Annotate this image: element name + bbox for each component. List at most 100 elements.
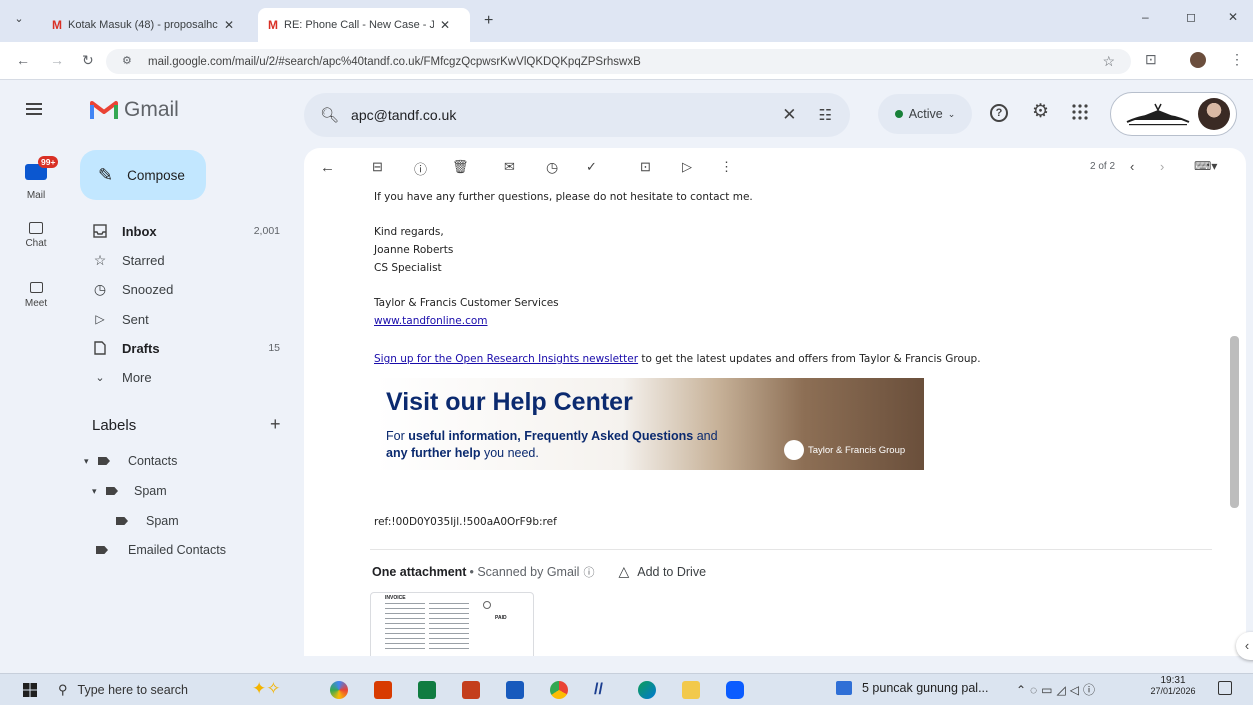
extensions-icon[interactable]: ⊡ [1145,51,1157,68]
drive-add-icon: △ [618,563,630,579]
taskbar-app-powerpoint-icon[interactable] [462,681,480,699]
add-to-tasks-icon[interactable]: ✓ [586,159,597,175]
taskbar-app-office-icon[interactable] [374,681,392,699]
windows-taskbar: ⚲ Type here to search ✦✧ // 5 puncak gun… [0,673,1253,705]
delete-trash-icon[interactable]: 🗑︎ [452,159,469,175]
back-arrow-icon[interactable]: ← [16,52,30,68]
browser-navbar: ← → ↻ ⚙ mail.google.com/mail/u/2/#search… [0,42,1253,80]
banner-brand: Taylor & Francis Group [784,440,905,460]
taskbar-app-zoom-icon[interactable] [726,681,744,699]
report-spam-icon[interactable]: ⓘ [414,159,427,178]
move-to-icon[interactable]: ⊡ [640,159,651,175]
sender-name: Joanne Roberts [374,244,454,256]
newsletter-signup-link[interactable]: Sign up for the Open Research Insights n… [374,353,638,365]
maximize-button[interactable]: ◻ [1186,10,1196,24]
media-title: 5 puncak gunung pal... [862,681,989,695]
search-icon: ⚲ [58,682,68,697]
profile-avatar[interactable] [1190,52,1206,68]
taskbar-app-copilot-icon[interactable] [330,681,348,699]
older-chevron-icon[interactable]: › [1160,159,1164,174]
label-icon[interactable]: ▷ [682,159,692,175]
nav-item-snoozed[interactable]: ◷ Snoozed [80,274,300,304]
label-name: Emailed Contacts [128,543,226,557]
close-window-button[interactable]: ✕ [1228,10,1238,24]
windows-start-icon[interactable] [23,683,37,697]
nav-item-drafts[interactable]: Drafts 15 [80,333,300,363]
forward-arrow-icon[interactable]: → [50,52,64,68]
site-info-icon[interactable]: ⚙ [122,54,132,67]
address-bar[interactable]: ⚙ mail.google.com/mail/u/2/#search/apc%4… [106,49,1131,74]
compose-button[interactable]: ✎ Compose [80,150,206,200]
snooze-clock-icon[interactable]: ◷ [546,159,558,176]
system-tray-icons[interactable]: ⌃◌▭◿◁ⓘ [1016,681,1099,698]
status-button[interactable]: Active ⌄ [878,94,972,134]
taskbar-media-item[interactable]: 5 puncak gunung pal... [836,681,989,695]
newsletter-line: Sign up for the Open Research Insights n… [374,353,981,365]
help-center-banner[interactable]: Visit our Help Center For useful informa… [376,378,924,470]
taskbar-app-notes-icon[interactable]: // [594,681,612,699]
new-tab-button[interactable]: + [484,12,493,30]
sparkle-highlight-icon[interactable]: ✦✧ [252,679,281,699]
search-icon[interactable]: 🔍︎ [320,106,339,124]
nav-item-starred[interactable]: ☆ Starred [80,245,300,275]
search-input[interactable]: apc@tandf.co.uk [351,107,782,123]
back-arrow-icon[interactable]: ← [320,159,335,176]
close-tab-icon[interactable]: ✕ [440,18,450,32]
website-link[interactable]: www.tandfonline.com [374,315,488,327]
add-to-drive-button[interactable]: △ Add to Drive [618,563,706,580]
create-label-button[interactable]: + [270,414,281,435]
archive-icon[interactable]: ⊟ [372,159,383,175]
label-item-spam-child[interactable]: Spam [116,514,179,528]
search-options-icon[interactable]: ☷ [819,106,832,124]
notification-center-icon[interactable] [1218,681,1232,695]
browser-menu-icon[interactable]: ⋮ [1230,51,1244,68]
main-menu-icon[interactable] [26,102,42,116]
label-tag-icon [98,457,110,465]
divider [370,549,1212,550]
taskbar-app-excel-icon[interactable] [418,681,436,699]
browser-tab-active[interactable]: M RE: Phone Call - New Case - Jo ✕ [258,8,470,42]
nav-label: Drafts [122,340,160,356]
nav-item-more[interactable]: ⌄ More [80,362,300,392]
reload-icon[interactable]: ↻ [82,52,94,69]
message-toolbar: ← ⊟ ⓘ 🗑︎ ✉ ◷ ✓ ⊡ ▷ ⋮ 2 of 2 ‹ › ⌨▾ [304,148,1246,186]
organization-logo [1126,103,1190,126]
minimize-button[interactable]: ‒ [1142,10,1149,24]
taskbar-app-file-explorer-icon[interactable] [682,681,700,699]
input-tools-keyboard-icon[interactable]: ⌨▾ [1194,159,1217,173]
taskbar-app-edge-icon[interactable] [638,681,656,699]
nav-item-inbox[interactable]: Inbox 2,001 [80,216,300,246]
attachment-title: One attachment [372,564,467,579]
bookmark-star-icon[interactable]: ☆ [1102,53,1115,70]
rail-item-chat[interactable]: Chat [16,222,56,249]
rail-item-mail[interactable]: 99+ Mail [16,156,59,201]
mark-unread-icon[interactable]: ✉ [504,159,515,175]
more-options-icon[interactable]: ⋮ [720,159,733,175]
apps-grid-icon[interactable] [1072,104,1088,120]
taskbar-app-chrome-icon[interactable] [550,681,568,699]
gmail-wordmark: Gmail [124,98,179,121]
attachment-thumbnail[interactable]: INVOICE PAID [370,592,534,656]
rail-item-meet[interactable]: Meet [16,282,56,309]
nav-item-sent[interactable]: ▷ Sent [80,304,300,334]
info-icon[interactable]: ⓘ [583,564,594,580]
gmail-logo[interactable]: Gmail [90,98,179,122]
tab-search-dropdown[interactable]: ⌄ [10,12,28,30]
taskbar-app-word-icon[interactable] [506,681,524,699]
nav-label: Inbox [122,223,157,239]
support-icon[interactable]: ? [990,104,1008,122]
taskbar-search-box[interactable]: ⚲ Type here to search [58,680,238,700]
clear-search-icon[interactable]: ✕ [782,105,796,125]
newer-chevron-icon[interactable]: ‹ [1130,159,1134,174]
search-bar[interactable]: 🔍︎ apc@tandf.co.uk ✕ ☷ [304,93,850,137]
settings-gear-icon[interactable]: ⚙ [1032,100,1049,123]
label-item-spam-parent[interactable]: ▾ Spam [92,484,167,498]
account-switcher[interactable] [1110,92,1237,136]
taylor-francis-logo-icon [784,440,804,460]
label-item-contacts[interactable]: ▾ Contacts [84,454,177,468]
label-item-emailed-contacts[interactable]: Emailed Contacts [96,543,226,557]
scrollbar-thumb[interactable] [1230,336,1239,508]
system-clock[interactable]: 19:31 27/01/2026 [1148,675,1198,696]
close-tab-icon[interactable]: ✕ [224,18,234,32]
browser-tab-inbox[interactable]: M Kotak Masuk (48) - proposalhc ✕ [42,8,254,42]
